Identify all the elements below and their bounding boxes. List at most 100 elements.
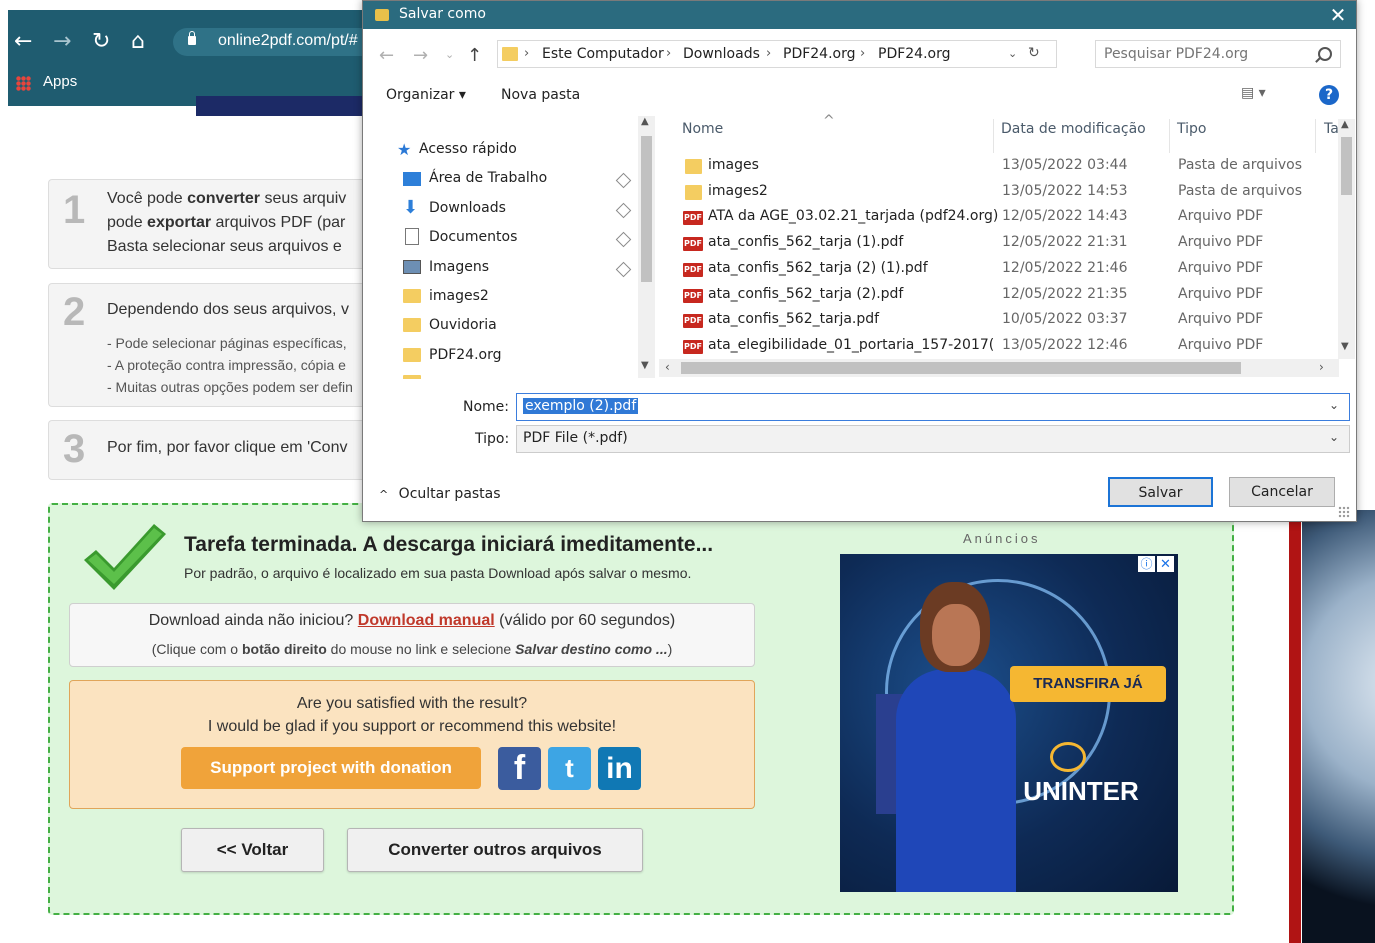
breadcrumb-downloads[interactable]: Downloads bbox=[683, 46, 760, 62]
forward-arrow-icon[interactable]: → bbox=[53, 30, 71, 54]
chevron-right-icon: › bbox=[766, 46, 772, 61]
pin-icon[interactable] bbox=[615, 261, 632, 278]
facebook-icon[interactable]: f bbox=[498, 747, 541, 790]
download-manual-link[interactable]: Download manual bbox=[358, 612, 495, 629]
column-divider[interactable] bbox=[1169, 119, 1170, 153]
column-divider[interactable] bbox=[1315, 119, 1316, 153]
pin-icon[interactable] bbox=[615, 202, 632, 219]
nav-desktop[interactable]: Área de Trabalho bbox=[429, 170, 547, 186]
twitter-icon[interactable]: t bbox=[548, 747, 591, 790]
apps-bookmark[interactable]: Apps bbox=[43, 73, 77, 90]
back-icon[interactable]: ← bbox=[379, 45, 394, 66]
nav-ouvidoria[interactable]: Ouvidoria bbox=[429, 317, 497, 333]
file-row[interactable]: PDF ATA da AGE_03.02.21_tarjada (pdf24.o… bbox=[673, 204, 1333, 230]
nav-quick-access[interactable]: Acesso rápido bbox=[419, 141, 517, 157]
resize-grip[interactable] bbox=[1338, 506, 1350, 518]
chevron-down-icon[interactable]: ⌄ bbox=[1329, 430, 1339, 444]
file-row[interactable]: PDF ata_confis_562_tarja (1).pdf 12/05/2… bbox=[673, 230, 1333, 256]
file-row[interactable]: images 13/05/2022 03:44 Pasta de arquivo… bbox=[673, 153, 1333, 179]
nav-scroll-thumb[interactable] bbox=[641, 136, 652, 282]
hscroll-thumb[interactable] bbox=[681, 362, 1241, 374]
ad-cta-button[interactable]: TRANSFIRA JÁ bbox=[1010, 666, 1166, 702]
path-dropdown-icon[interactable]: ⌄ bbox=[1008, 47, 1017, 60]
reload-icon[interactable]: ↻ bbox=[92, 30, 110, 54]
file-date: 12/05/2022 21:35 bbox=[1002, 286, 1128, 302]
pdf-file-icon: PDF bbox=[683, 314, 703, 328]
cancel-button[interactable]: Cancelar bbox=[1229, 477, 1335, 507]
convert-other-files-button[interactable]: Converter outros arquivos bbox=[347, 828, 643, 872]
path-bar[interactable]: › Este Computador › Downloads › PDF24.or… bbox=[497, 40, 1057, 68]
back-arrow-icon[interactable]: ← bbox=[14, 30, 32, 54]
step-3-line-1: Por fim, por favor clique em 'Conv bbox=[107, 439, 348, 456]
refresh-icon[interactable]: ↻ bbox=[1028, 45, 1040, 61]
file-row[interactable]: PDF ata_elegibilidade_01_portaria_157-20… bbox=[673, 333, 1333, 359]
file-date: 13/05/2022 14:53 bbox=[1002, 183, 1128, 199]
scroll-down-icon[interactable]: ▼ bbox=[1341, 341, 1349, 352]
organize-button[interactable]: Organizar ▾ bbox=[386, 87, 466, 103]
filename-value[interactable]: exemplo (2).pdf bbox=[523, 398, 639, 414]
file-list-scrollbar[interactable]: ▲ ▼ bbox=[1338, 119, 1355, 359]
column-type[interactable]: Tipo bbox=[1177, 121, 1206, 137]
file-list-hscrollbar[interactable]: ‹ › bbox=[659, 359, 1339, 377]
folder-icon bbox=[502, 47, 518, 61]
view-options-icon[interactable]: ▤ ▾ bbox=[1241, 85, 1266, 101]
breadcrumb-this-pc[interactable]: Este Computador bbox=[542, 46, 664, 62]
scroll-right-icon[interactable]: › bbox=[1319, 360, 1324, 374]
help-icon[interactable]: ? bbox=[1319, 85, 1339, 105]
file-row[interactable]: PDF ata_confis_562_tarja (2).pdf 12/05/2… bbox=[673, 282, 1333, 308]
nav-scrollbar[interactable]: ▲ ▼ bbox=[638, 116, 655, 378]
scroll-up-icon[interactable]: ▲ bbox=[1341, 119, 1349, 130]
step-number: 3 bbox=[63, 427, 86, 471]
chevron-down-icon[interactable]: ⌄ bbox=[1329, 398, 1339, 412]
breadcrumb-pdf24[interactable]: PDF24.org bbox=[878, 46, 951, 62]
forward-icon[interactable]: → bbox=[413, 45, 428, 66]
column-divider[interactable] bbox=[993, 119, 994, 153]
file-name: ata_confis_562_tarja.pdf bbox=[708, 311, 880, 327]
apps-grid-icon[interactable] bbox=[16, 76, 31, 91]
advertisement[interactable]: TRANSFIRA JÁ UNINTER ⓘ ✕ bbox=[840, 554, 1178, 892]
pin-icon[interactable] bbox=[615, 172, 632, 189]
linkedin-icon[interactable]: in bbox=[598, 747, 641, 790]
dialog-titlebar[interactable]: Salvar como ✕ bbox=[363, 1, 1356, 29]
column-size[interactable]: Ta bbox=[1324, 121, 1339, 137]
column-date[interactable]: Data de modificação bbox=[1001, 121, 1146, 137]
new-folder-button[interactable]: Nova pasta bbox=[501, 87, 580, 103]
nav-images2[interactable]: images2 bbox=[429, 288, 489, 304]
nav-documents[interactable]: Documentos bbox=[429, 229, 517, 245]
column-name[interactable]: Nome bbox=[682, 121, 723, 137]
file-row[interactable]: images2 13/05/2022 14:53 Pasta de arquiv… bbox=[673, 179, 1333, 205]
ad-info-icon[interactable]: ⓘ bbox=[1138, 556, 1155, 572]
recent-locations-icon[interactable]: ⌄ bbox=[445, 48, 454, 61]
scroll-left-icon[interactable]: ‹ bbox=[665, 360, 670, 374]
pdf-file-icon: PDF bbox=[683, 211, 703, 225]
up-folder-icon[interactable]: ↑ bbox=[467, 45, 482, 66]
ad-close-icon[interactable]: ✕ bbox=[1157, 556, 1174, 572]
scroll-up-icon[interactable]: ▲ bbox=[641, 116, 649, 127]
filename-input[interactable]: exemplo (2).pdf ⌄ bbox=[516, 393, 1350, 421]
filetype-select[interactable]: PDF File (*.pdf) ⌄ bbox=[516, 425, 1350, 453]
file-type: Arquivo PDF bbox=[1178, 286, 1264, 302]
back-button[interactable]: << Voltar bbox=[181, 828, 324, 872]
search-icon[interactable] bbox=[1318, 47, 1332, 61]
step-1-line-1: Você pode converter seus arquiv bbox=[107, 190, 347, 207]
hide-folders-toggle[interactable]: ^ Ocultar pastas bbox=[379, 486, 501, 502]
file-row[interactable]: PDF ata_confis_562_tarja (2) (1).pdf 12/… bbox=[673, 256, 1333, 282]
pdf-file-icon: PDF bbox=[683, 263, 703, 277]
nav-pdf24[interactable]: PDF24.org bbox=[429, 347, 502, 363]
file-row[interactable]: PDF ata_confis_562_tarja.pdf 10/05/2022 … bbox=[673, 307, 1333, 333]
search-input[interactable] bbox=[1104, 46, 1304, 62]
donate-button[interactable]: Support project with donation bbox=[181, 747, 481, 789]
url-text[interactable]: online2pdf.com/pt/# bbox=[218, 32, 358, 50]
nav-images[interactable]: Imagens bbox=[429, 259, 489, 275]
file-scroll-thumb[interactable] bbox=[1341, 137, 1352, 195]
dialog-close-button[interactable]: ✕ bbox=[1323, 3, 1353, 27]
step-2-box: 2 Dependendo dos seus arquivos, v - Pode… bbox=[48, 283, 365, 407]
search-box[interactable] bbox=[1095, 40, 1341, 68]
breadcrumb-pdf24-parent[interactable]: PDF24.org bbox=[783, 46, 856, 62]
nav-downloads[interactable]: Downloads bbox=[429, 200, 506, 216]
save-button[interactable]: Salvar bbox=[1108, 477, 1213, 507]
home-icon[interactable]: ⌂ bbox=[131, 30, 145, 54]
pin-icon[interactable] bbox=[615, 231, 632, 248]
scroll-down-icon[interactable]: ▼ bbox=[641, 360, 649, 371]
manual-download-box: Download ainda não iniciou? Download man… bbox=[69, 603, 755, 667]
